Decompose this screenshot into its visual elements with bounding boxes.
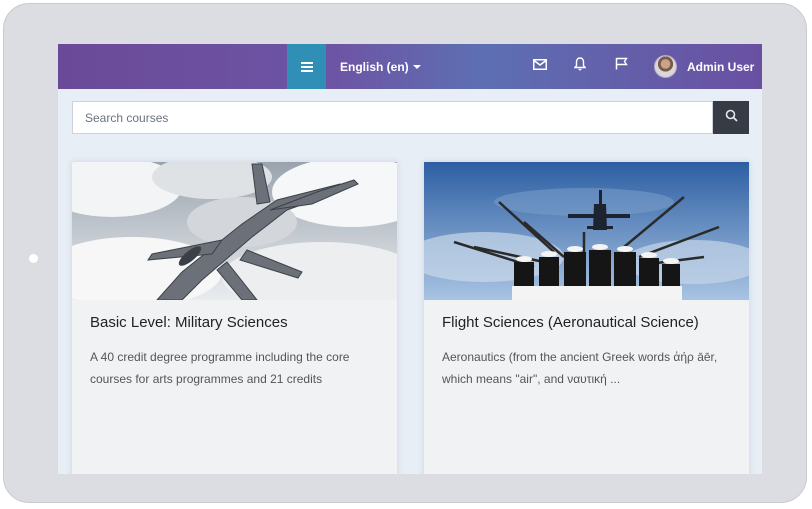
course-card[interactable]: Basic Level: Military Sciences A 40 cred… — [72, 162, 397, 474]
flag-button[interactable] — [613, 57, 629, 75]
course-summary: Aeronautics (from the ancient Greek word… — [442, 350, 718, 386]
course-image-fighter-jet[interactable] — [72, 162, 397, 300]
course-title[interactable]: Basic Level: Military Sciences — [90, 314, 288, 331]
user-name-label: Admin User — [687, 59, 755, 74]
language-label: English (en) — [340, 59, 409, 74]
nav-drawer-toggle-button[interactable] — [287, 44, 326, 89]
course-title[interactable]: Flight Sciences (Aeronautical Science) — [442, 314, 699, 331]
notifications-button[interactable] — [572, 56, 588, 76]
browser-screen: English (en) Admin User Search courses B… — [58, 44, 762, 474]
tablet-frame: English (en) Admin User Search courses B… — [3, 3, 807, 503]
messages-button[interactable] — [532, 58, 548, 74]
language-menu[interactable]: English (en) — [340, 44, 421, 89]
course-card[interactable]: Flight Sciences (Aeronautical Science) A… — [424, 162, 749, 474]
hamburger-icon — [300, 61, 313, 72]
bell-icon — [573, 56, 587, 76]
user-menu[interactable]: Admin User — [687, 44, 754, 89]
search-icon — [725, 109, 738, 127]
search-button[interactable] — [713, 101, 749, 134]
envelope-icon — [533, 57, 547, 75]
top-navbar: English (en) Admin User — [58, 44, 762, 89]
caret-down-icon — [412, 64, 421, 69]
search-courses-input[interactable] — [72, 101, 713, 134]
course-summary: A 40 credit degree programme including t… — [90, 350, 350, 386]
course-image-honor-guard[interactable] — [424, 162, 749, 300]
flag-icon — [615, 57, 628, 75]
user-avatar[interactable] — [654, 55, 677, 78]
tablet-home-dot — [29, 254, 38, 263]
